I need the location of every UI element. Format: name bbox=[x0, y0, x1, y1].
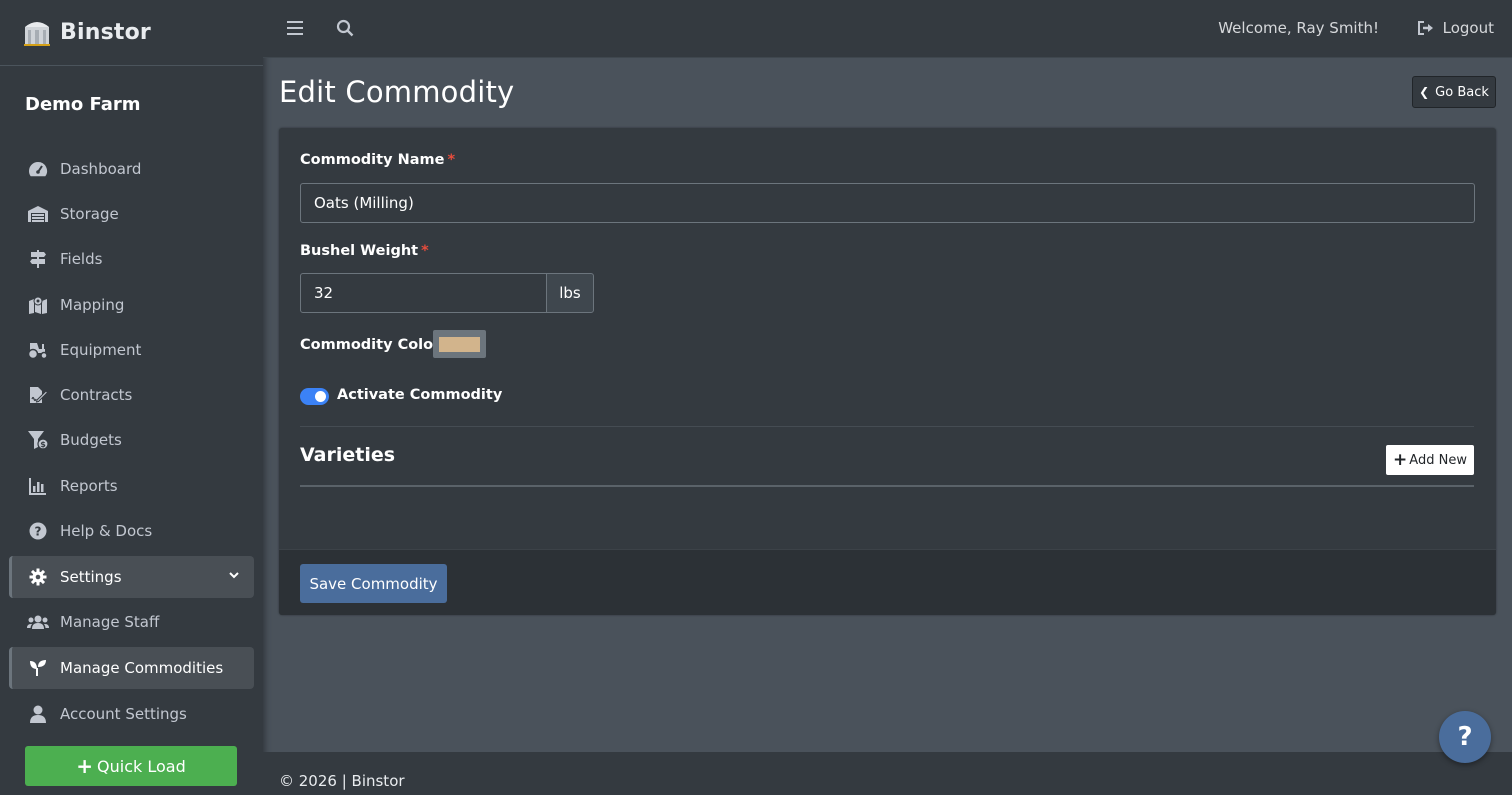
sidebar-item-label: Reports bbox=[60, 476, 118, 495]
bushel-weight-input[interactable] bbox=[300, 273, 547, 313]
sidebar-item-fields[interactable]: Fields bbox=[9, 237, 254, 282]
sidebar-item-label: Contracts bbox=[60, 386, 133, 405]
plus-icon: + bbox=[1393, 450, 1408, 470]
map-marker-icon bbox=[27, 295, 49, 315]
sidebar-item-label: Fields bbox=[60, 250, 103, 269]
sidebar-item-contracts[interactable]: Contracts bbox=[9, 372, 254, 417]
sidebar-item-label: Manage Staff bbox=[60, 613, 160, 632]
silo-icon bbox=[24, 21, 50, 46]
warehouse-icon bbox=[27, 204, 49, 224]
page-footer: © 2026 | Binstor bbox=[263, 752, 1512, 795]
add-variety-button[interactable]: + Add New bbox=[1386, 445, 1474, 475]
sidebar-item-settings[interactable]: Settings bbox=[9, 555, 254, 598]
plus-icon: + bbox=[76, 754, 94, 778]
sidebar-nav: Dashboard Storage Fields Mapping Equipme… bbox=[0, 146, 263, 736]
quick-load-button[interactable]: + Quick Load bbox=[25, 746, 237, 786]
farm-name: Demo Farm bbox=[25, 94, 141, 115]
activate-commodity-label: Activate Commodity bbox=[337, 387, 503, 403]
logout-label: Logout bbox=[1442, 19, 1494, 37]
color-swatch bbox=[439, 336, 480, 352]
brand-name: Binstor bbox=[60, 20, 151, 45]
commodity-name-label: Commodity Name * bbox=[300, 152, 455, 168]
edit-commodity-card: Commodity Name* Bushel Weight* lbs Commo… bbox=[279, 128, 1496, 615]
sidebar-item-label: Budgets bbox=[60, 431, 122, 450]
toggle-knob bbox=[315, 391, 326, 402]
gear-icon bbox=[27, 567, 49, 587]
commodity-name-label-text: Commodity Name bbox=[300, 152, 445, 168]
sidebar-item-label: Equipment bbox=[60, 340, 142, 359]
chevron-down-icon bbox=[229, 571, 239, 579]
svg-text:?: ? bbox=[35, 525, 42, 539]
copyright-text: © 2026 | Binstor bbox=[279, 772, 405, 790]
card-footer: Save Commodity bbox=[279, 549, 1496, 615]
quick-load-label: Quick Load bbox=[97, 756, 186, 776]
users-icon bbox=[27, 612, 49, 632]
bushel-weight-label: Bushel Weight * bbox=[300, 243, 429, 259]
signpost-icon bbox=[27, 249, 49, 269]
sidebar-item-label: Manage Commodities bbox=[60, 658, 224, 677]
sidebar-item-label: Storage bbox=[60, 204, 119, 223]
tractor-icon bbox=[27, 340, 49, 360]
commodity-color-picker[interactable] bbox=[433, 330, 486, 358]
sidebar-item-equipment[interactable]: Equipment bbox=[9, 327, 254, 372]
varieties-table-header-line bbox=[300, 485, 1474, 487]
activate-commodity-toggle[interactable] bbox=[300, 388, 329, 405]
sidebar-item-dashboard[interactable]: Dashboard bbox=[9, 146, 254, 191]
add-new-label: Add New bbox=[1409, 452, 1467, 468]
sidebar-item-label: Help & Docs bbox=[60, 522, 153, 541]
funnel-dollar-icon: $ bbox=[27, 430, 49, 451]
bar-chart-icon bbox=[27, 476, 49, 496]
question-circle-icon: ? bbox=[27, 521, 49, 541]
go-back-label: Go Back bbox=[1435, 84, 1489, 100]
svg-text:$: $ bbox=[40, 440, 46, 449]
varieties-heading: Varieties bbox=[300, 444, 396, 466]
section-divider bbox=[300, 426, 1474, 427]
commodity-color-label: Commodity Color bbox=[300, 337, 441, 353]
brand[interactable]: Binstor bbox=[0, 0, 263, 66]
sidebar-item-label: Dashboard bbox=[60, 159, 142, 178]
go-back-button[interactable]: ❮ Go Back bbox=[1412, 76, 1496, 108]
welcome-text: Welcome, Ray Smith! bbox=[1218, 19, 1379, 37]
user-icon bbox=[27, 704, 49, 724]
bushel-weight-label-text: Bushel Weight bbox=[300, 243, 419, 259]
weight-unit-addon: lbs bbox=[546, 273, 594, 313]
file-signature-icon bbox=[27, 385, 49, 405]
required-mark: * bbox=[447, 152, 456, 168]
sidebar-item-label: Settings bbox=[60, 567, 122, 586]
sidebar-item-reports[interactable]: Reports bbox=[9, 463, 254, 508]
save-commodity-button[interactable]: Save Commodity bbox=[300, 564, 447, 603]
sidebar-item-manage-staff[interactable]: Manage Staff bbox=[9, 600, 254, 645]
top-navbar: Welcome, Ray Smith! Logout bbox=[263, 0, 1512, 58]
sidebar-item-storage[interactable]: Storage bbox=[9, 191, 254, 236]
logout-link[interactable]: Logout bbox=[1417, 19, 1494, 37]
sign-out-icon bbox=[1417, 21, 1433, 35]
sidebar-item-account-settings[interactable]: Account Settings bbox=[9, 691, 254, 736]
sidebar-item-budgets[interactable]: $ Budgets bbox=[9, 418, 254, 463]
sidebar-item-mapping[interactable]: Mapping bbox=[9, 282, 254, 327]
page-title: Edit Commodity bbox=[279, 75, 515, 109]
seedling-icon bbox=[27, 658, 49, 678]
gauge-icon bbox=[27, 159, 49, 179]
commodity-name-input[interactable] bbox=[300, 183, 1475, 223]
sidebar-item-label: Account Settings bbox=[60, 704, 187, 723]
help-button[interactable]: ? bbox=[1439, 711, 1491, 763]
required-mark: * bbox=[421, 243, 429, 259]
sidebar: Binstor Demo Farm Dashboard Storage Fiel… bbox=[0, 0, 263, 795]
sidebar-item-label: Mapping bbox=[60, 295, 125, 314]
hamburger-menu-icon[interactable] bbox=[287, 20, 303, 36]
chevron-left-icon: ❮ bbox=[1419, 85, 1430, 99]
sidebar-item-help-docs[interactable]: ? Help & Docs bbox=[9, 508, 254, 553]
sidebar-item-manage-commodities[interactable]: Manage Commodities bbox=[9, 646, 254, 689]
search-icon[interactable] bbox=[336, 19, 354, 37]
